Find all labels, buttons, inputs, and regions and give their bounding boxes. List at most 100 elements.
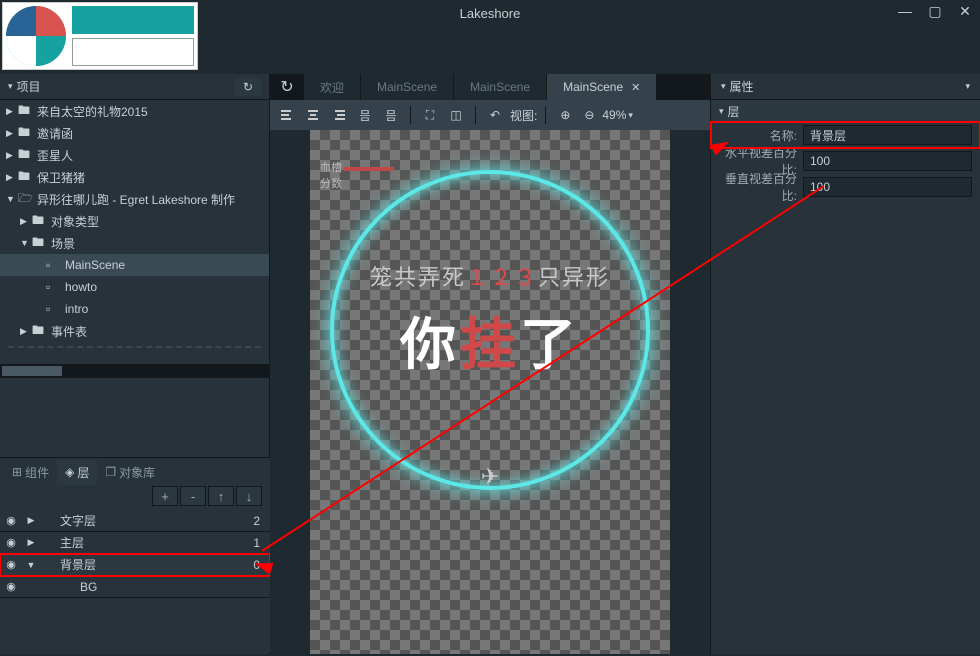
open-folder-icon: 🗁 xyxy=(18,189,34,210)
tree-item-label: 对象类型 xyxy=(51,213,99,230)
layers-tab-层[interactable]: ◈层 xyxy=(57,460,97,485)
layer-row[interactable]: ◉ BG xyxy=(0,576,270,598)
maximize-button[interactable]: ▢ xyxy=(920,0,950,22)
tree-item[interactable]: ▶🖿歪星人 xyxy=(0,144,269,166)
hud: 血槽 分数 xyxy=(320,160,394,192)
close-icon[interactable]: ✕ xyxy=(631,81,640,94)
layer-toolbar-button[interactable]: ↓ xyxy=(236,486,262,506)
chevron-down-icon: ▾ xyxy=(965,81,970,92)
layer-row[interactable]: ◉▶文字层2 xyxy=(0,510,270,532)
properties-panel: ▾ 属性 ▾ ▾ 层 名称:水平视差百分比:垂直视差百分比: xyxy=(710,74,980,654)
tree-item[interactable]: ▼🖿场景 xyxy=(0,232,269,254)
editor-area: ↻ 欢迎MainSceneMainSceneMainScene✕ 믐 믐 ⛶ ◫… xyxy=(270,74,710,654)
layers-tab-组件[interactable]: ⊞组件 xyxy=(4,460,57,485)
layer-toolbar-button[interactable]: - xyxy=(180,486,206,506)
visibility-icon[interactable]: ◉ xyxy=(0,558,22,571)
crop-icon[interactable]: ⛶ xyxy=(419,104,441,126)
close-button[interactable]: ✕ xyxy=(950,0,980,22)
tree-item-label: 来自太空的礼物2015 xyxy=(37,103,148,120)
visibility-icon[interactable]: ◉ xyxy=(0,580,22,593)
game-text-gameover: 你挂了 xyxy=(310,300,670,381)
align-right-icon[interactable] xyxy=(328,104,350,126)
properties-panel-header[interactable]: ▾ 属性 ▾ xyxy=(711,74,980,100)
arrow-icon: ▼ xyxy=(6,194,18,204)
arrow-icon: ▶ xyxy=(6,128,18,139)
arrow-icon: ▶ xyxy=(6,172,18,183)
project-panel-header[interactable]: ▾ 项目 ↻ xyxy=(0,74,269,100)
property-label: 名称: xyxy=(719,127,797,144)
tree-item[interactable]: ▶🖿事件表 xyxy=(0,320,269,342)
refresh-button[interactable]: ↻ xyxy=(235,78,261,96)
layer-toolbar-button[interactable]: ↑ xyxy=(208,486,234,506)
layer-list: ◉▶文字层2◉▶主层1◉▼背景层0◉BG xyxy=(0,510,270,598)
zoom-out-icon[interactable]: ⊖ xyxy=(578,104,600,126)
file-icon: ▫ xyxy=(46,302,62,316)
project-panel-title: 项目 xyxy=(17,78,41,95)
editor-tab[interactable]: 欢迎 xyxy=(304,74,361,100)
property-input[interactable] xyxy=(803,177,972,197)
folder-icon: 🖿 xyxy=(18,101,34,122)
distribute-h-icon[interactable]: 믐 xyxy=(354,104,376,126)
file-icon: ▫ xyxy=(46,280,62,294)
properties-panel-title: 属性 xyxy=(730,78,754,95)
layer-toolbar-button[interactable]: + xyxy=(152,486,178,506)
editor-tab[interactable]: MainScene xyxy=(454,74,547,100)
visibility-icon[interactable]: ◉ xyxy=(0,514,22,527)
layer-index: 2 xyxy=(210,514,270,528)
layer-name: 文字层 xyxy=(40,512,210,529)
folder-icon: 🖿 xyxy=(18,167,34,188)
layer-row[interactable]: ◉▶主层1 xyxy=(0,532,270,554)
align-left-icon[interactable] xyxy=(276,104,298,126)
property-input[interactable] xyxy=(803,151,972,171)
editor-tabs: ↻ 欢迎MainSceneMainSceneMainScene✕ xyxy=(270,74,710,100)
tree-item[interactable]: ▫intro xyxy=(0,298,269,320)
layers-icon: ◈ xyxy=(65,465,74,479)
view-label: 视图: xyxy=(510,107,537,124)
layer-name: 背景层 xyxy=(40,556,210,573)
layer-name: BG xyxy=(40,580,210,594)
canvas[interactable]: 血槽 分数 笼共弄死１２３只异形 你挂了 ✈ xyxy=(270,130,710,654)
align-center-icon[interactable] xyxy=(302,104,324,126)
editor-tab[interactable]: MainScene xyxy=(361,74,454,100)
minimize-button[interactable]: — xyxy=(890,0,920,22)
tree-item-label: intro xyxy=(65,302,88,316)
distribute-v-icon[interactable]: 믐 xyxy=(380,104,402,126)
folder-icon: 🖿 xyxy=(18,123,34,144)
properties-section-layer[interactable]: ▾ 层 xyxy=(711,100,980,122)
chevron-down-icon: ▾ xyxy=(721,81,726,92)
tree-item[interactable]: ▶🖿邀请函 xyxy=(0,122,269,144)
project-tree: ▶🖿来自太空的礼物2015▶🖿邀请函▶🖿歪星人▶🖿保卫猪猪▼🗁异形往哪儿跑 - … xyxy=(0,100,269,342)
tree-item-label: 异形往哪儿跑 - Egret Lakeshore 制作 xyxy=(37,191,235,208)
tree-item-label: 歪星人 xyxy=(37,147,73,164)
layer-index: 1 xyxy=(210,536,270,550)
chevron-down-icon[interactable]: ▾ xyxy=(628,110,633,121)
select-icon[interactable]: ◫ xyxy=(445,104,467,126)
tree-item[interactable]: ▶🖿对象类型 xyxy=(0,210,269,232)
tree-item[interactable]: ▼🗁异形往哪儿跑 - Egret Lakeshore 制作 xyxy=(0,188,269,210)
arrow-icon: ▶ xyxy=(22,537,40,548)
game-preview: 血槽 分数 笼共弄死１２３只异形 你挂了 ✈ xyxy=(310,130,670,654)
arrow-icon: ▶ xyxy=(6,150,18,161)
ship-icon: ✈ xyxy=(481,464,499,490)
tree-item-label: 邀请函 xyxy=(37,125,73,142)
property-input[interactable] xyxy=(803,125,972,145)
layer-toolbar: +-↑↓ xyxy=(0,486,270,510)
tree-item[interactable]: ▫howto xyxy=(0,276,269,298)
layer-row[interactable]: ◉▼背景层0 xyxy=(0,554,270,576)
visibility-icon[interactable]: ◉ xyxy=(0,536,22,549)
layers-panel: ⊞组件◈层❒对象库 +-↑↓ ◉▶文字层2◉▶主层1◉▼背景层0◉BG xyxy=(0,457,270,652)
property-row: 垂直视差百分比: xyxy=(711,174,980,200)
horizontal-scrollbar[interactable] xyxy=(0,364,269,378)
arrow-icon: ▶ xyxy=(20,216,32,227)
tree-item[interactable]: ▶🖿来自太空的礼物2015 xyxy=(0,100,269,122)
folder-icon: 🖿 xyxy=(32,321,48,342)
zoom-in-icon[interactable]: ⊕ xyxy=(554,104,576,126)
tree-item[interactable]: ▫MainScene xyxy=(0,254,269,276)
tree-item[interactable]: ▶🖿保卫猪猪 xyxy=(0,166,269,188)
tree-item-label: howto xyxy=(65,280,97,294)
refresh-button[interactable]: ↻ xyxy=(270,74,304,100)
undo-icon[interactable]: ↶ xyxy=(484,104,506,126)
layers-tab-对象库[interactable]: ❒对象库 xyxy=(97,460,163,485)
layer-name: 主层 xyxy=(40,534,210,551)
editor-tab[interactable]: MainScene✕ xyxy=(547,74,657,100)
